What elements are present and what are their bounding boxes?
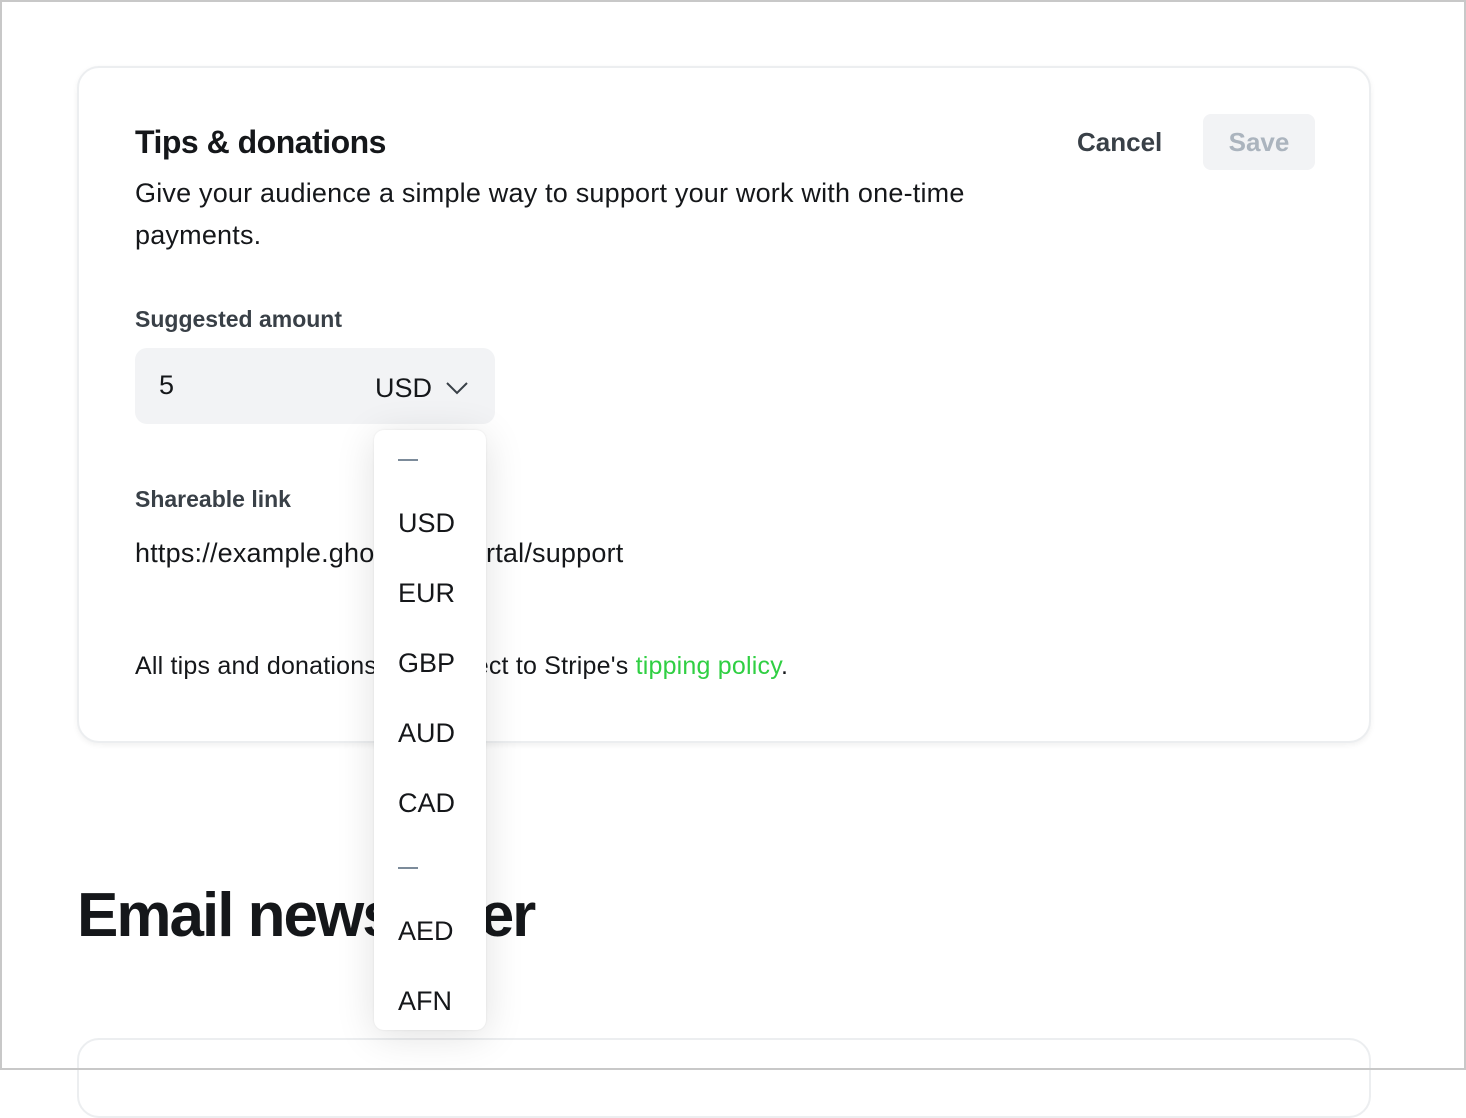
- currency-selected-value: USD: [375, 372, 433, 403]
- card-title: Tips & donations: [135, 124, 386, 160]
- currency-option-afn[interactable]: AFN: [398, 986, 452, 1017]
- currency-option-cad[interactable]: CAD: [398, 788, 455, 819]
- tips-donations-card: Tips & donations Give your audience a si…: [77, 66, 1371, 743]
- currency-option-aud[interactable]: AUD: [398, 718, 455, 749]
- footnote-period: .: [781, 652, 789, 680]
- email-newsletter-card: [77, 1038, 1371, 1118]
- chevron-down-icon: [446, 382, 468, 395]
- shareable-link-label: Shareable link: [135, 486, 291, 512]
- currency-select[interactable]: USD: [375, 368, 470, 408]
- currency-dropdown-menu: USD EUR GBP AUD CAD AED AFN: [374, 430, 486, 1030]
- currency-option-gbp[interactable]: GBP: [398, 648, 455, 679]
- currency-option-aed[interactable]: AED: [398, 916, 454, 947]
- dropdown-separator: [398, 459, 418, 461]
- amount-input[interactable]: 5: [159, 370, 174, 401]
- dropdown-separator: [398, 867, 418, 869]
- suggested-amount-field: 5 USD: [135, 348, 495, 424]
- currency-option-usd[interactable]: USD: [398, 508, 455, 539]
- save-button[interactable]: Save: [1203, 114, 1315, 170]
- currency-option-eur[interactable]: EUR: [398, 578, 455, 609]
- tipping-policy-link[interactable]: tipping policy: [636, 652, 781, 680]
- card-description: Give your audience a simple way to suppo…: [135, 178, 965, 250]
- cancel-button[interactable]: Cancel: [1057, 114, 1182, 170]
- suggested-amount-label: Suggested amount: [135, 306, 343, 332]
